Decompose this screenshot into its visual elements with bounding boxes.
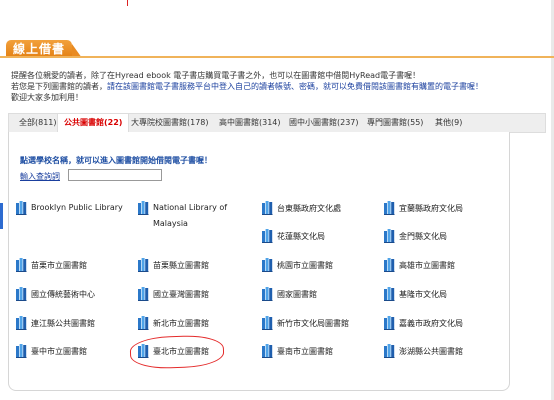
library-name: National Library of Malaysia xyxy=(153,203,228,228)
library-name: 新竹市文化局圖書館 xyxy=(277,319,349,328)
intro-line-2: 若您是下列圖書館的讀者，請在該圖書館電子書服務平台中登入自己的讀者帳號、密碼，就… xyxy=(11,81,551,92)
library-name: 高雄市立圖書館 xyxy=(399,261,455,270)
library-name: 國家圖書館 xyxy=(277,290,317,299)
library-name: 臺中市立圖書館 xyxy=(31,347,87,356)
library-books-icon xyxy=(384,287,395,301)
panel-left-highlight xyxy=(0,203,3,229)
library-name: 基隆市文化局 xyxy=(399,290,447,299)
tab-high-school-libraries[interactable]: 高中圖書館(314) xyxy=(219,114,281,132)
library-books-icon xyxy=(16,316,27,330)
intro-line-1: 提醒各位親愛的讀者，除了在Hyread ebook 電子書店購買電子書之外，也可… xyxy=(11,71,421,80)
stray-red-mark xyxy=(127,0,128,6)
library-books-icon xyxy=(384,344,395,358)
library-books-icon xyxy=(16,258,27,272)
tab-other[interactable]: 其他(9) xyxy=(435,114,462,132)
library-name: 花蓮縣文化局 xyxy=(277,232,325,241)
search-label[interactable]: 輸入查詢詞 xyxy=(20,171,60,182)
library-books-icon xyxy=(138,287,149,301)
search-input[interactable] xyxy=(68,169,162,181)
library-books-icon xyxy=(16,344,27,358)
library-books-icon xyxy=(138,316,149,330)
library-name: 苗栗市立圖書館 xyxy=(31,261,87,270)
library-books-icon xyxy=(16,201,27,215)
library-books-icon xyxy=(262,344,273,358)
intro-line-3: 歡迎大家多加利用！ xyxy=(11,93,83,102)
library-books-icon xyxy=(262,316,273,330)
intro-line-2-highlight: 請在該圖書館電子書服務平台中登入自己的讀者帳號、密碼，就可以免費借閱該圖書館有購… xyxy=(107,82,483,91)
library-books-icon xyxy=(384,201,395,215)
panel-prompt: 點選學校名稱，就可以進入圖書館開始借閱電子書喔！ xyxy=(20,156,212,165)
tab-junior-elementary-libraries[interactable]: 國中小圖書館(237) xyxy=(289,114,359,132)
library-name: Brooklyn Public Library xyxy=(31,203,123,212)
library-name: 國立臺灣圖書館 xyxy=(153,290,209,299)
library-books-icon xyxy=(262,229,273,243)
library-name: 新北市立圖書館 xyxy=(153,319,209,328)
library-books-icon xyxy=(138,201,149,215)
library-name: 台東縣政府文化處 xyxy=(277,204,341,213)
library-books-icon xyxy=(16,287,27,301)
library-books-icon xyxy=(384,316,395,330)
library-name: 苗栗縣立圖書館 xyxy=(153,261,209,270)
library-name: 連江縣公共圖書館 xyxy=(31,319,95,328)
section-divider xyxy=(0,56,554,58)
category-tabs: 全部(811) 公共圖書館(22) 大專院校圖書館(178) 高中圖書館(314… xyxy=(8,113,546,133)
library-name: 澎湖縣公共圖書館 xyxy=(399,347,463,356)
library-name: 嘉義市政府文化局 xyxy=(399,319,463,328)
tab-university-libraries[interactable]: 大專院校圖書館(178) xyxy=(131,114,209,132)
library-books-icon xyxy=(262,258,273,272)
library-name: 臺南市立圖書館 xyxy=(277,347,333,356)
tab-all[interactable]: 全部(811) xyxy=(19,114,57,132)
library-books-icon xyxy=(138,258,149,272)
library-name: 宜蘭縣政府文化局 xyxy=(399,204,463,213)
library-name: 國立傳統藝術中心 xyxy=(31,290,95,299)
library-name: 桃園市立圖書館 xyxy=(277,261,333,270)
library-books-icon xyxy=(262,201,273,215)
library-name: 金門縣文化局 xyxy=(399,232,447,241)
intro-line-2-prefix: 若您是下列圖書館的讀者， xyxy=(11,82,107,91)
tab-special-libraries[interactable]: 專門圖書館(55) xyxy=(367,114,423,132)
library-books-icon xyxy=(262,287,273,301)
library-books-icon xyxy=(384,229,395,243)
tab-public-libraries[interactable]: 公共圖書館(22) xyxy=(57,114,130,133)
intro-text: 提醒各位親愛的讀者，除了在Hyread ebook 電子書店購買電子書之外，也可… xyxy=(11,70,551,103)
library-books-icon xyxy=(384,258,395,272)
